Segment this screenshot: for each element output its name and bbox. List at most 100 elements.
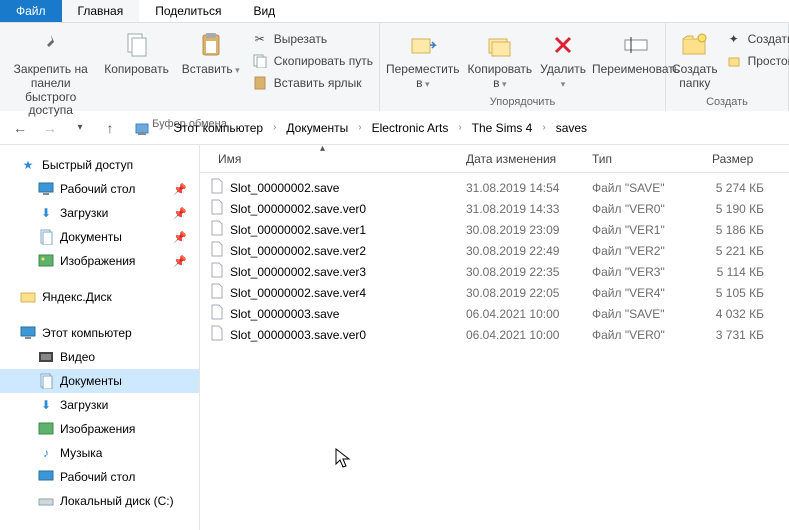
file-name: Slot_00000002.save — [200, 178, 456, 197]
rename-icon — [620, 29, 652, 61]
tab-home[interactable]: Главная — [62, 0, 140, 22]
delete-button[interactable]: Удалить — [540, 27, 586, 91]
file-type: Файл "VER1" — [582, 223, 702, 237]
file-size: 5 190 КБ — [702, 202, 782, 216]
breadcrumb-item-2[interactable]: Electronic Arts — [366, 116, 455, 140]
file-icon — [210, 283, 224, 302]
column-headers: ▴ Имя Дата изменения Тип Размер — [200, 145, 789, 173]
file-row[interactable]: Slot_00000002.save.ver330.08.2019 22:35Ф… — [200, 261, 789, 282]
up-button[interactable]: ↑ — [98, 116, 122, 140]
file-type: Файл "VER3" — [582, 265, 702, 279]
address-toolbar: ← → ▾ ↑ › Этот компьютер › Документы › E… — [0, 111, 789, 145]
column-header-size[interactable]: Размер — [702, 152, 782, 166]
file-row[interactable]: Slot_00000002.save31.08.2019 14:54Файл "… — [200, 177, 789, 198]
copy-to-button[interactable]: Копировать в — [468, 27, 533, 91]
navigation-pane: ★ Быстрый доступ Рабочий стол📌 ⬇ Загрузк… — [0, 145, 200, 530]
ribbon-group-organize-label: Упорядочить — [386, 96, 659, 111]
sidebar-item-quick-access[interactable]: ★ Быстрый доступ — [0, 153, 199, 177]
sidebar-item-documents[interactable]: Документы📌 — [0, 225, 199, 249]
paste-shortcut-icon — [252, 75, 268, 91]
column-header-name[interactable]: Имя — [200, 152, 456, 166]
breadcrumb: › Этот компьютер › Документы › Electroni… — [128, 116, 593, 140]
file-name: Slot_00000002.save.ver0 — [200, 199, 456, 218]
sidebar-item-local-c[interactable]: Локальный диск (C:) — [0, 489, 199, 513]
file-type: Файл "VER0" — [582, 328, 702, 342]
pin-icon: 📌 — [173, 231, 187, 244]
paste-button[interactable]: Вставить — [178, 27, 244, 77]
sidebar-item-music[interactable]: ♪ Музыка — [0, 441, 199, 465]
file-row[interactable]: Slot_00000002.save.ver430.08.2019 22:05Ф… — [200, 282, 789, 303]
file-row[interactable]: Slot_00000002.save.ver031.08.2019 14:33Ф… — [200, 198, 789, 219]
back-button[interactable]: ← — [8, 116, 32, 140]
file-name: Slot_00000003.save — [200, 304, 456, 323]
file-row[interactable]: Slot_00000002.save.ver230.08.2019 22:49Ф… — [200, 240, 789, 261]
file-type: Файл "SAVE" — [582, 181, 702, 195]
file-size: 5 105 КБ — [702, 286, 782, 300]
forward-button[interactable]: → — [38, 116, 62, 140]
move-to-button[interactable]: Переместить в — [386, 27, 460, 91]
file-row[interactable]: Slot_00000002.save.ver130.08.2019 23:09Ф… — [200, 219, 789, 240]
file-icon — [210, 304, 224, 323]
desktop-icon — [38, 181, 54, 197]
file-icon — [210, 262, 224, 281]
tab-view[interactable]: Вид — [237, 0, 291, 22]
chevron-right-icon[interactable]: › — [158, 122, 165, 133]
tab-file[interactable]: Файл — [0, 0, 62, 22]
sidebar-item-desktop[interactable]: Рабочий стол📌 — [0, 177, 199, 201]
documents-icon — [38, 373, 54, 389]
file-row[interactable]: Slot_00000003.save06.04.2021 10:00Файл "… — [200, 303, 789, 324]
recent-locations-button[interactable]: ▾ — [68, 116, 92, 140]
new-folder-button[interactable]: Создать папку — [672, 27, 718, 91]
pin-icon: 📌 — [173, 183, 187, 196]
download-icon: ⬇ — [38, 205, 54, 221]
file-icon — [210, 325, 224, 344]
sidebar-item-videos[interactable]: Видео — [0, 345, 199, 369]
file-size: 5 221 КБ — [702, 244, 782, 258]
sidebar-item-downloads[interactable]: ⬇ Загрузки📌 — [0, 201, 199, 225]
cut-button[interactable]: ✂ Вырезать — [252, 31, 373, 47]
chevron-right-icon[interactable]: › — [271, 122, 278, 133]
sidebar-item-downloads-pc[interactable]: ⬇ Загрузки — [0, 393, 199, 417]
file-date: 06.04.2021 10:00 — [456, 307, 582, 321]
folder-icon — [20, 289, 36, 305]
file-row[interactable]: Slot_00000003.save.ver006.04.2021 10:00Ф… — [200, 324, 789, 345]
new-item-icon: ✦ — [726, 31, 742, 47]
new-item-button[interactable]: ✦ Создать э — [726, 31, 789, 47]
chevron-right-icon[interactable]: › — [540, 122, 547, 133]
sidebar-item-yandex[interactable]: Яндекс.Диск — [0, 285, 199, 309]
column-header-date[interactable]: Дата изменения — [456, 152, 582, 166]
pin-icon — [35, 29, 67, 61]
breadcrumb-item-3[interactable]: The Sims 4 — [466, 116, 539, 140]
breadcrumb-item-0[interactable]: Этот компьютер — [167, 116, 269, 140]
sidebar-item-pictures-pc[interactable]: Изображения — [0, 417, 199, 441]
breadcrumb-root-icon[interactable] — [128, 116, 156, 140]
easy-access-icon — [726, 53, 742, 69]
documents-icon — [38, 229, 54, 245]
file-size: 5 186 КБ — [702, 223, 782, 237]
file-name: Slot_00000002.save.ver2 — [200, 241, 456, 260]
file-icon — [210, 241, 224, 260]
move-to-icon — [407, 29, 439, 61]
pin-to-quick-access-button[interactable]: Закрепить на панели быстрого доступа — [6, 27, 95, 118]
copy-icon — [121, 29, 153, 61]
easy-access-button[interactable]: Простой — [726, 53, 789, 69]
copy-button[interactable]: Копировать — [103, 27, 169, 77]
file-size: 5 114 КБ — [702, 265, 782, 279]
column-header-type[interactable]: Тип — [582, 152, 702, 166]
copy-path-button[interactable]: Скопировать путь — [252, 53, 373, 69]
tab-share[interactable]: Поделиться — [139, 0, 237, 22]
file-icon — [210, 178, 224, 197]
breadcrumb-item-4[interactable]: saves — [550, 116, 593, 140]
chevron-right-icon[interactable]: › — [356, 122, 363, 133]
breadcrumb-item-1[interactable]: Документы — [280, 116, 354, 140]
sidebar-item-desktop-pc[interactable]: Рабочий стол — [0, 465, 199, 489]
file-icon — [210, 220, 224, 239]
sidebar-item-this-pc[interactable]: Этот компьютер — [0, 321, 199, 345]
file-name: Slot_00000002.save.ver3 — [200, 262, 456, 281]
chevron-right-icon[interactable]: › — [456, 122, 463, 133]
file-date: 30.08.2019 22:35 — [456, 265, 582, 279]
sidebar-item-documents-pc[interactable]: Документы — [0, 369, 199, 393]
paste-shortcut-button[interactable]: Вставить ярлык — [252, 75, 373, 91]
sidebar-item-pictures[interactable]: Изображения📌 — [0, 249, 199, 273]
file-date: 30.08.2019 22:05 — [456, 286, 582, 300]
